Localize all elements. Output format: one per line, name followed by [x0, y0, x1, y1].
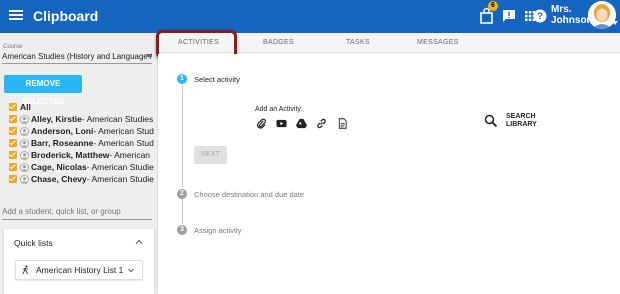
top-app-bar: Clipboard 6 ? Mrs. Johnson — [0, 0, 620, 33]
step-number: 1 — [177, 74, 187, 84]
app-title[interactable]: Clipboard — [33, 8, 98, 24]
person-icon — [20, 126, 29, 136]
search-library-button[interactable]: SEARCH LIBRARY — [506, 113, 537, 129]
sidebar: Course American Studies (History and Lan… — [0, 33, 158, 294]
hamburger-menu-icon[interactable] — [9, 8, 23, 24]
help-icon[interactable]: ? — [531, 7, 549, 25]
student-row[interactable]: Anderson, Loni - American Stud — [9, 125, 157, 137]
tab-tasks[interactable]: TASKS — [346, 39, 370, 46]
student-row[interactable]: Broderick, Matthew - American — [9, 149, 157, 161]
student-checkbox[interactable] — [9, 115, 17, 123]
select-all-row[interactable]: All — [9, 101, 157, 113]
person-icon — [20, 162, 29, 172]
step-label: Assign activity — [194, 226, 242, 235]
link-icon[interactable] — [316, 118, 327, 129]
chevron-down-icon[interactable] — [127, 266, 135, 274]
notification-count-badge: 6 — [488, 1, 498, 11]
next-button[interactable]: NEXT — [194, 146, 227, 164]
add-activity-label: Add an Activity: — [255, 106, 303, 113]
course-dropdown-caret-icon — [146, 54, 152, 58]
add-student-input[interactable]: Add a student, quick list, or group — [2, 207, 152, 220]
document-icon[interactable] — [337, 118, 348, 129]
svg-text:?: ? — [537, 11, 543, 21]
person-icon — [20, 174, 29, 184]
notification-bag-icon[interactable]: 6 — [478, 1, 498, 25]
tab-messages[interactable]: MESSAGES — [417, 39, 459, 46]
student-row[interactable]: Chase, Chevy - American Studie — [9, 173, 157, 185]
chevron-up-icon[interactable] — [134, 237, 144, 247]
tab-badges[interactable]: BADGES — [263, 39, 294, 46]
avatar-dropdown-icon[interactable] — [612, 21, 618, 26]
student-checkbox[interactable] — [9, 139, 17, 147]
person-icon — [20, 150, 29, 160]
remove-selected-button[interactable]: REMOVE SELECTED — [4, 75, 82, 106]
assign-stepper: 1 Select activity Add an Activity: SEARC… — [158, 54, 620, 294]
course-label: Course — [3, 44, 23, 50]
quick-lists-title[interactable]: Quick lists — [14, 238, 53, 248]
student-checkbox[interactable] — [9, 175, 17, 183]
person-icon — [20, 114, 29, 124]
student-checkbox[interactable] — [9, 151, 17, 159]
step-number: 3 — [177, 225, 187, 235]
google-drive-icon[interactable] — [296, 118, 307, 129]
student-checkbox[interactable] — [9, 163, 17, 171]
student-checkbox[interactable] — [9, 127, 17, 135]
quick-list-item[interactable]: American History List 1 — [15, 260, 143, 280]
stepper-connector — [182, 84, 183, 187]
student-row[interactable]: Alley, Kirstie - American Studies — [9, 113, 157, 125]
quick-lists-panel: Quick lists American History List 1 — [4, 229, 154, 294]
student-row[interactable]: Cage, Nicolas - American Studie — [9, 161, 157, 173]
step-number: 2 — [177, 189, 187, 199]
stepper-connector — [182, 199, 183, 224]
select-all-checkbox[interactable] — [9, 103, 17, 111]
user-name[interactable]: Mrs. Johnson — [551, 4, 593, 26]
course-select[interactable]: American Studies (History and Language A… — [2, 52, 152, 64]
youtube-icon[interactable] — [276, 118, 287, 129]
paperclip-icon[interactable] — [256, 118, 267, 129]
student-list: All Alley, Kirstie - American Studies An… — [9, 101, 157, 185]
step-label: Select activity — [194, 75, 240, 84]
step-label: Choose destination and due date — [194, 190, 305, 199]
student-row[interactable]: Barr, Roseanne - American Stud — [9, 137, 157, 149]
feedback-icon[interactable] — [500, 7, 518, 25]
search-icon[interactable] — [484, 114, 498, 128]
person-icon — [20, 138, 29, 148]
walking-person-icon — [22, 265, 28, 275]
